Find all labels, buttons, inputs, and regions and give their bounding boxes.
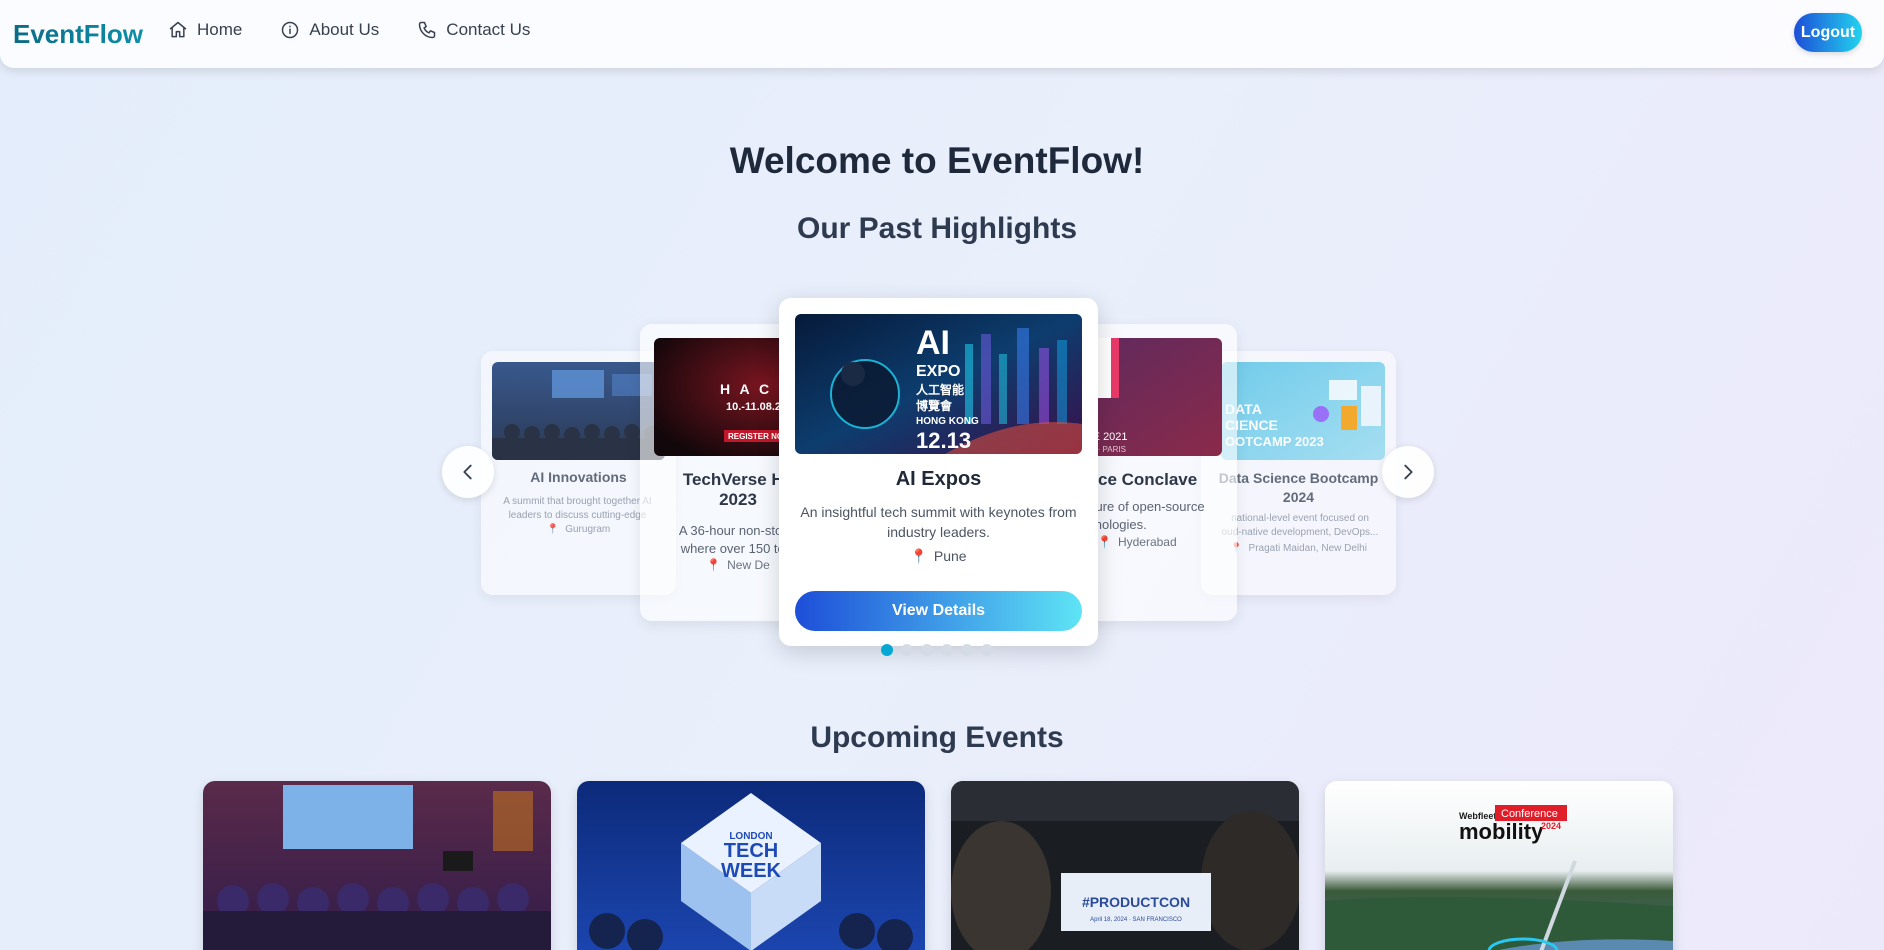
card-description: national-level event focused on oud-nati…	[1215, 512, 1385, 540]
carousel-dot[interactable]	[981, 644, 993, 656]
image-text: WEEK	[721, 860, 782, 882]
event-image: Webfleet Conference mobility 2024	[1325, 781, 1673, 950]
upcoming-event-card[interactable]	[203, 781, 551, 950]
welcome-heading: Welcome to EventFlow!	[729, 140, 1145, 181]
carousel-dot[interactable]	[921, 644, 933, 656]
location-pin-icon: 📍	[1097, 535, 1112, 549]
nav-item-home[interactable]: Home	[168, 20, 242, 40]
image-text: REGISTER NO	[728, 432, 783, 441]
nav-item-label: Home	[197, 20, 243, 39]
highlights-heading: Our Past Highlights	[796, 212, 1078, 245]
image-text: TECH	[724, 840, 778, 862]
top-navbar: EventFlow Home About Us Contact Us Logou…	[0, 0, 1884, 68]
upcoming-event-card[interactable]: LONDON TECH WEEK	[577, 781, 925, 950]
event-image: DATA CIENCE OOTCAMP 2023	[1221, 362, 1385, 460]
image-text: 10.-11.08.20	[726, 401, 787, 413]
location-label: Hyderabad	[1117, 535, 1177, 549]
card-description-line: future of open-source	[1081, 499, 1205, 514]
info-icon	[282, 21, 299, 39]
carousel-dot[interactable]	[901, 644, 913, 656]
card-description: A summit that brought together AI leader…	[503, 496, 652, 521]
card-location: 📍 Pune	[779, 548, 1098, 565]
card-title: AI Expos	[895, 468, 982, 490]
event-image: AI EXPO 人工智能 博覽會 HONG KONG 12.13	[795, 314, 1082, 454]
brand-logo[interactable]: EventFlow	[13, 19, 143, 50]
carousel-next-button[interactable]	[1382, 446, 1434, 498]
image-text: 12.13	[916, 428, 971, 453]
location-label: Pragati Maidan, New Delhi	[1248, 543, 1367, 554]
logout-button[interactable]: Logout	[1794, 13, 1862, 52]
location-label: Pune	[933, 548, 967, 564]
event-image	[203, 781, 551, 950]
carousel-dot[interactable]	[961, 644, 973, 656]
carousel-pagination	[881, 644, 993, 656]
chevron-left-icon	[463, 464, 472, 480]
nav-links: Home About Us Contact Us	[168, 20, 530, 40]
image-text: AI	[916, 324, 950, 362]
location-pin-icon: 📍	[706, 558, 722, 572]
home-icon	[169, 21, 187, 38]
card-description-line: chnologies.	[1081, 517, 1147, 533]
location-label: Gurugram	[565, 524, 611, 535]
upcoming-heading: Upcoming Events	[810, 721, 1064, 754]
carousel-card-ai-expos[interactable]: AI EXPO 人工智能 博覽會 HONG KONG 12.13 AI Expo…	[779, 298, 1098, 646]
location-pin-icon: 📍	[546, 524, 560, 535]
event-image: LONDON TECH WEEK	[577, 781, 925, 950]
carousel-dot[interactable]	[881, 644, 893, 656]
event-image: #PRODUCTCON April 18, 2024 · SAN FRANCIS…	[951, 781, 1299, 950]
image-text: EXPO	[916, 363, 960, 380]
phone-icon	[419, 21, 436, 39]
nav-item-label: About Us	[309, 20, 380, 39]
location-label: New De	[727, 558, 770, 572]
image-text: mobility	[1459, 819, 1544, 844]
image-text: April 18, 2024 · SAN FRANCISCO	[1090, 917, 1182, 923]
location-pin-icon: 📍	[910, 548, 928, 564]
card-description-line: national-level event focused on	[1231, 513, 1369, 524]
nav-item-contact[interactable]: Contact Us	[417, 20, 530, 40]
card-description: An insightful tech summit with keynotes …	[800, 504, 1077, 540]
image-text: HONG KONG	[916, 416, 979, 427]
image-text: 人工智能	[916, 382, 964, 397]
card-description: future of open-source chnologies.	[1081, 498, 1231, 534]
upcoming-event-card[interactable]: Webfleet Conference mobility 2024	[1325, 781, 1673, 950]
upcoming-event-card[interactable]: #PRODUCTCON April 18, 2024 · SAN FRANCIS…	[951, 781, 1299, 950]
image-text: #PRODUCTCON	[1082, 894, 1190, 910]
carousel-dot[interactable]	[941, 644, 953, 656]
carousel-prev-button[interactable]	[442, 446, 494, 498]
image-text: 博覽會	[916, 398, 953, 413]
card-description-line: oud-native development, DevOps...	[1221, 527, 1379, 538]
chevron-right-icon	[1404, 464, 1413, 480]
nav-item-label: Contact Us	[446, 20, 531, 39]
view-details-button[interactable]: View Details	[795, 591, 1082, 631]
image-text: OOTCAMP 2023	[1225, 434, 1324, 449]
nav-item-about[interactable]: About Us	[280, 20, 379, 40]
image-text: 2024	[1541, 821, 1561, 831]
